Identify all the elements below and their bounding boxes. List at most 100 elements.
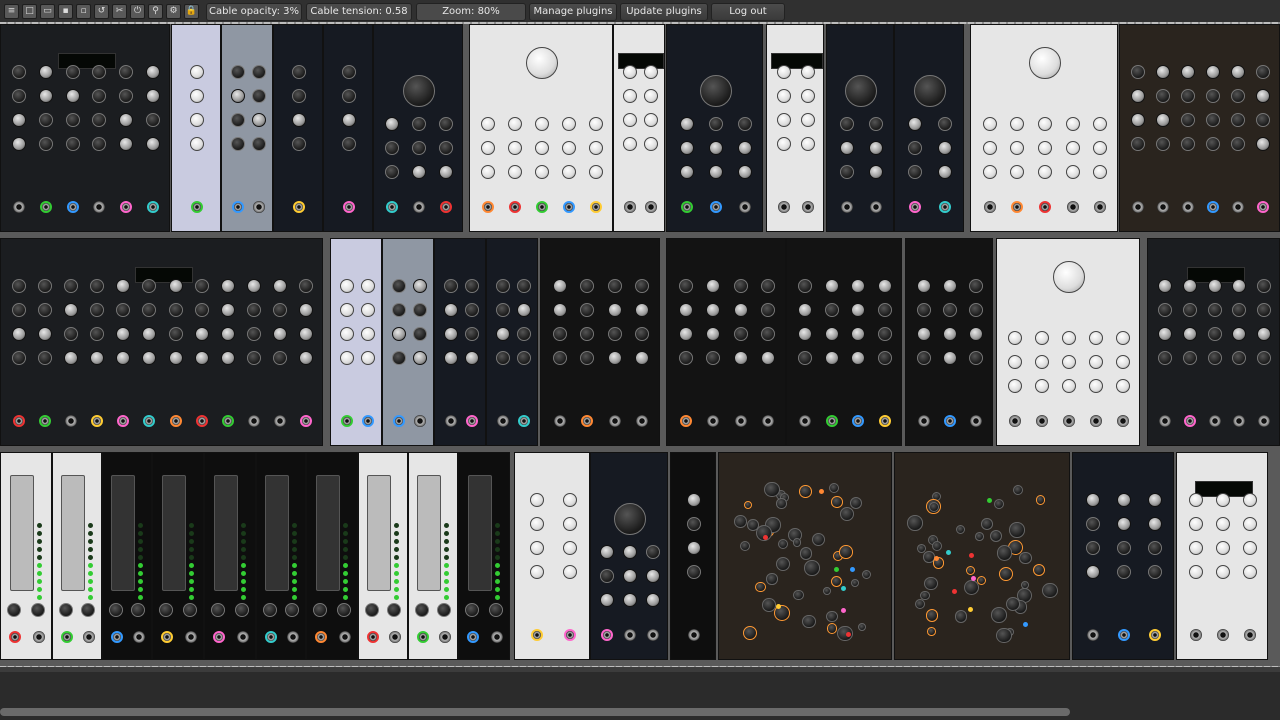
io-jack[interactable] bbox=[195, 415, 208, 427]
touch-slider[interactable] bbox=[417, 475, 441, 591]
parameter-knob[interactable] bbox=[251, 89, 266, 103]
parameter-knob[interactable] bbox=[168, 279, 183, 293]
output-jack[interactable] bbox=[213, 631, 225, 643]
module-panel[interactable] bbox=[330, 238, 382, 446]
parameter-knob[interactable] bbox=[1180, 89, 1195, 103]
sequencer-knob[interactable] bbox=[839, 545, 854, 559]
sequencer-knob[interactable] bbox=[977, 575, 987, 586]
parameter-knob[interactable] bbox=[645, 569, 660, 583]
sequencer-knob[interactable] bbox=[956, 524, 966, 534]
parameter-knob[interactable] bbox=[824, 303, 839, 317]
parameter-knob[interactable] bbox=[12, 351, 27, 365]
sequencer-knob[interactable] bbox=[793, 589, 804, 601]
sequencer-knob[interactable] bbox=[804, 560, 821, 576]
parameter-knob[interactable] bbox=[1188, 541, 1203, 555]
io-jack[interactable] bbox=[944, 415, 956, 427]
io-jack[interactable] bbox=[688, 629, 700, 641]
sequencer-knob[interactable] bbox=[915, 598, 926, 610]
parameter-knob[interactable] bbox=[39, 137, 53, 151]
parameter-knob[interactable] bbox=[1256, 89, 1271, 103]
module-panel[interactable] bbox=[1147, 238, 1280, 446]
parameter-knob[interactable] bbox=[298, 351, 313, 365]
io-jack[interactable] bbox=[680, 201, 693, 213]
parameter-knob[interactable] bbox=[839, 141, 854, 155]
parameter-knob[interactable] bbox=[220, 303, 235, 317]
io-jack[interactable] bbox=[509, 201, 522, 213]
parameter-knob[interactable] bbox=[90, 303, 105, 317]
io-jack[interactable] bbox=[530, 629, 543, 641]
parameter-knob[interactable] bbox=[588, 141, 603, 155]
io-jack[interactable] bbox=[1183, 415, 1196, 427]
parameter-knob[interactable] bbox=[385, 165, 400, 179]
io-jack[interactable] bbox=[143, 415, 156, 427]
parameter-knob[interactable] bbox=[1206, 113, 1221, 127]
parameter-knob[interactable] bbox=[552, 279, 567, 293]
attv-knob[interactable] bbox=[81, 603, 95, 617]
parameter-knob[interactable] bbox=[92, 89, 107, 103]
parameter-knob[interactable] bbox=[851, 351, 866, 365]
parameter-knob[interactable] bbox=[623, 593, 637, 607]
io-jack[interactable] bbox=[562, 201, 575, 213]
module-panel[interactable] bbox=[373, 24, 463, 232]
io-jack[interactable] bbox=[581, 415, 594, 427]
parameter-knob[interactable] bbox=[1117, 565, 1131, 579]
rack-area[interactable] bbox=[0, 22, 1280, 672]
parameter-knob[interactable] bbox=[868, 165, 883, 179]
io-jack[interactable] bbox=[91, 415, 104, 427]
parameter-knob[interactable] bbox=[65, 113, 80, 127]
parameter-knob[interactable] bbox=[220, 327, 235, 341]
module-panel[interactable] bbox=[204, 452, 256, 660]
io-jack[interactable] bbox=[709, 201, 722, 213]
io-jack[interactable] bbox=[734, 415, 747, 427]
io-jack[interactable] bbox=[1089, 415, 1102, 427]
parameter-knob[interactable] bbox=[679, 165, 694, 179]
parameter-knob[interactable] bbox=[1086, 565, 1101, 579]
parameter-knob[interactable] bbox=[168, 327, 183, 341]
sequencer-knob[interactable] bbox=[954, 610, 968, 623]
parameter-knob[interactable] bbox=[733, 327, 748, 341]
parameter-knob[interactable] bbox=[938, 141, 952, 155]
parameter-knob[interactable] bbox=[687, 493, 701, 507]
module-panel[interactable] bbox=[1176, 452, 1268, 660]
module-panel[interactable] bbox=[540, 238, 660, 446]
module-panel[interactable] bbox=[0, 238, 323, 446]
parameter-knob[interactable] bbox=[552, 327, 567, 341]
parameter-knob[interactable] bbox=[1232, 351, 1247, 365]
parameter-knob[interactable] bbox=[761, 351, 776, 365]
io-jack[interactable] bbox=[1087, 629, 1100, 641]
parameter-knob[interactable] bbox=[90, 327, 105, 341]
parameter-knob[interactable] bbox=[246, 327, 261, 341]
io-jack[interactable] bbox=[825, 415, 838, 427]
parameter-knob[interactable] bbox=[246, 303, 261, 317]
io-jack[interactable] bbox=[413, 201, 425, 213]
sequencer-knob[interactable] bbox=[792, 538, 802, 547]
parameter-knob[interactable] bbox=[1182, 279, 1197, 293]
io-jack[interactable] bbox=[293, 201, 305, 213]
exp-jack[interactable] bbox=[389, 631, 401, 643]
zoom-slider[interactable]: Zoom: 80% bbox=[416, 3, 526, 21]
parameter-knob[interactable] bbox=[938, 165, 952, 179]
parameter-knob[interactable] bbox=[1207, 351, 1222, 365]
parameter-knob[interactable] bbox=[622, 65, 637, 79]
parameter-knob[interactable] bbox=[508, 117, 523, 131]
parameter-knob[interactable] bbox=[116, 303, 131, 317]
touch-slider[interactable] bbox=[111, 475, 135, 591]
io-jack[interactable] bbox=[273, 415, 286, 427]
parameter-knob[interactable] bbox=[116, 351, 131, 365]
parameter-knob[interactable] bbox=[1231, 113, 1246, 127]
io-jack[interactable] bbox=[340, 415, 353, 427]
parameter-knob[interactable] bbox=[92, 65, 107, 79]
parameter-knob[interactable] bbox=[1062, 331, 1076, 345]
rate-knob[interactable] bbox=[109, 603, 123, 617]
sequencer-knob[interactable] bbox=[775, 556, 790, 571]
parameter-knob[interactable] bbox=[1155, 137, 1170, 151]
parameter-knob[interactable] bbox=[516, 327, 531, 341]
parameter-knob[interactable] bbox=[1130, 137, 1145, 151]
file-open-icon[interactable]: ▭ bbox=[40, 4, 55, 19]
parameter-knob[interactable] bbox=[39, 113, 53, 127]
parameter-knob[interactable] bbox=[969, 303, 983, 317]
parameter-knob[interactable] bbox=[908, 117, 922, 131]
parameter-knob[interactable] bbox=[142, 327, 157, 341]
sequencer-knob[interactable] bbox=[861, 570, 872, 580]
parameter-knob[interactable] bbox=[529, 541, 544, 555]
